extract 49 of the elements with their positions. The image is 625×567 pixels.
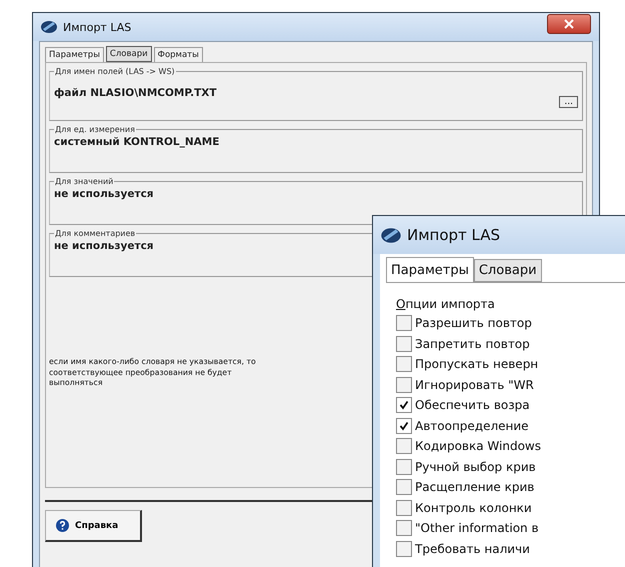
help-button[interactable]: Справка: [45, 510, 142, 542]
group-value: системный KONTROL_NAME: [54, 136, 220, 148]
checkbox[interactable]: [396, 376, 412, 393]
checkbox-label: Кодировка Windows: [415, 439, 541, 454]
checkbox[interactable]: [396, 418, 412, 434]
checkbox[interactable]: [396, 438, 412, 454]
checkbox[interactable]: [396, 520, 412, 536]
checkbox-label: Разрешить повтор: [415, 316, 532, 330]
checkbox-label: Ручной выбор крив: [415, 460, 536, 474]
group-label: Для значений: [54, 177, 114, 186]
checkbox[interactable]: [396, 479, 412, 496]
tab[interactable]: Параметры: [386, 257, 474, 282]
checkbox[interactable]: [396, 356, 412, 372]
window-title: Импорт LAS: [63, 20, 132, 34]
checkbox-label: Требовать наличи: [415, 542, 530, 556]
checkbox[interactable]: [396, 500, 412, 516]
check-icon: [399, 400, 409, 410]
close-button[interactable]: [547, 14, 591, 34]
app-icon: [41, 20, 57, 34]
checkbox-label: Автоопределение: [415, 418, 529, 433]
tab[interactable]: Словари: [474, 259, 542, 282]
group-value: не используется: [54, 240, 154, 252]
checkbox[interactable]: [396, 540, 412, 557]
checkbox[interactable]: [396, 336, 412, 352]
group-value: не используется: [54, 188, 154, 200]
check-icon: [399, 420, 409, 431]
window-title: Импорт LAS: [407, 226, 500, 244]
tab[interactable]: Параметры: [45, 47, 104, 62]
checkbox-label: Пропускать неверн: [415, 357, 538, 372]
checkbox[interactable]: [396, 397, 412, 414]
checkbox-label: Запретить повтор: [415, 336, 530, 351]
close-icon: [564, 19, 574, 29]
tab[interactable]: Словари: [106, 46, 152, 62]
group-value: файл NLASIO\NMCOMP.TXT: [54, 87, 217, 99]
browse-button[interactable]: ...: [559, 96, 578, 108]
checkbox-label: Игнорировать "WR: [415, 378, 534, 392]
checkbox[interactable]: [396, 315, 412, 332]
tab[interactable]: Форматы: [154, 47, 203, 62]
app-icon: [381, 226, 401, 244]
checkbox-label: Расщепление крив: [415, 480, 534, 494]
group-label: Для комментариев: [54, 229, 136, 238]
group-label: Для имен полей (LAS -> WS): [54, 67, 176, 76]
checkbox-label: "Other information в: [415, 521, 539, 536]
checkbox-label: Обеспечить возра: [415, 398, 530, 412]
help-icon: [56, 519, 69, 532]
checkbox[interactable]: [396, 458, 412, 475]
group-label: Для ед. измерения: [54, 125, 136, 134]
section-title: Опции импорта: [396, 297, 496, 311]
checkbox-label: Контроль колонки: [415, 500, 532, 515]
